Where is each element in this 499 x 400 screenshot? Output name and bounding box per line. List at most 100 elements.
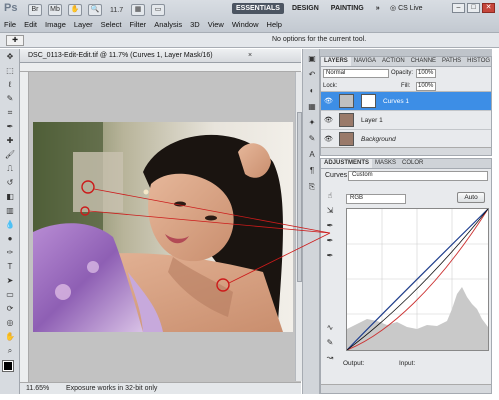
layer-name[interactable]: Curves 1 <box>383 98 409 105</box>
opacity-field[interactable]: 100% <box>416 69 436 78</box>
quick-selection-tool-icon[interactable]: ✎ <box>2 92 18 105</box>
dodge-tool-icon[interactable]: ● <box>2 232 18 245</box>
tab-histogram[interactable]: HISTOG <box>464 57 493 66</box>
menu-view[interactable]: View <box>208 20 224 29</box>
zoom-tool-icon[interactable]: 🔍 <box>88 4 102 16</box>
tab-adjustments[interactable]: ADJUSTMENTS <box>321 159 373 168</box>
layer-row-curves-1[interactable]: 👁 Curves 1 <box>321 92 491 111</box>
zoom-level-field[interactable]: 11.7 <box>108 7 125 14</box>
mini-bridge-icon[interactable]: Mb <box>48 4 62 16</box>
smooth-curve-icon[interactable]: ↝ <box>323 352 337 364</box>
status-zoom-level[interactable]: 11.65% <box>26 385 49 392</box>
gray-point-eyedropper-icon[interactable]: ✒ <box>323 235 337 247</box>
hand-tool-icon[interactable]: ✋ <box>2 330 18 343</box>
eye-icon[interactable]: 👁 <box>324 116 333 124</box>
tab-actions[interactable]: ACTION <box>379 57 408 66</box>
zoom-tool-icon[interactable]: ⌕ <box>2 344 18 357</box>
panel-group-header[interactable] <box>320 49 492 56</box>
color-panel-icon[interactable]: ◐ <box>305 84 319 97</box>
cs-live-button[interactable]: ◎ CS Live <box>390 4 423 12</box>
eye-icon[interactable]: 👁 <box>324 97 333 105</box>
channel-select[interactable]: RGB <box>346 194 406 204</box>
screen-mode-icon[interactable]: ▭ <box>151 4 166 16</box>
3d-orbit-tool-icon[interactable]: ◎ <box>2 316 18 329</box>
move-tool-icon[interactable]: ✥ <box>2 50 18 63</box>
workspace-painting[interactable]: PAINTING <box>327 3 368 14</box>
paragraph-panel-icon[interactable]: ¶ <box>305 164 319 177</box>
input-label: Input: <box>399 360 416 367</box>
menu-select[interactable]: Select <box>101 20 122 29</box>
document-close-icon[interactable]: × <box>248 52 252 59</box>
document-vertical-scrollbar[interactable] <box>295 72 302 381</box>
menu-window[interactable]: Window <box>232 20 259 29</box>
panel-dock-strip: ▣ ↶ ◐ ▦ ✦ ✎ A ¶ ⎘ <box>302 49 320 394</box>
foreground-color-swatch[interactable] <box>2 360 14 372</box>
layer-name[interactable]: Layer 1 <box>361 117 383 124</box>
eye-icon[interactable]: 👁 <box>324 135 333 143</box>
auto-button[interactable]: Auto <box>457 192 485 203</box>
close-button[interactable]: ✕ <box>482 3 495 13</box>
fill-field[interactable]: 100% <box>416 82 436 91</box>
tool-preset-icon[interactable]: ✚ <box>6 35 24 46</box>
curves-preset-select[interactable]: Custom <box>348 171 488 181</box>
swatches-panel-icon[interactable]: ▦ <box>305 100 319 113</box>
menu-filter[interactable]: Filter <box>130 20 147 29</box>
crop-tool-icon[interactable]: ⌗ <box>2 106 18 119</box>
history-brush-tool-icon[interactable]: ↺ <box>2 176 18 189</box>
styles-panel-icon[interactable]: ✦ <box>305 116 319 129</box>
eraser-tool-icon[interactable]: ◧ <box>2 190 18 203</box>
menu-3d[interactable]: 3D <box>190 20 200 29</box>
tab-paths[interactable]: PATHS <box>439 57 464 66</box>
lasso-tool-icon[interactable]: ℓ <box>2 78 18 91</box>
tab-navigator[interactable]: NAVIGA <box>351 57 379 66</box>
tab-layers[interactable]: LAYERS <box>321 57 351 66</box>
white-point-eyedropper-icon[interactable]: ✒ <box>323 250 337 262</box>
document-tab[interactable]: DSC_0113-Edit-Edit.tif @ 11.7% (Curves 1… <box>20 49 301 63</box>
menu-file[interactable]: File <box>4 20 16 29</box>
minimize-button[interactable]: – <box>452 3 465 13</box>
shape-tool-icon[interactable]: ▭ <box>2 288 18 301</box>
pencil-curve-tool-icon[interactable]: ✎ <box>323 337 337 349</box>
workspace-design[interactable]: DESIGN <box>288 3 323 14</box>
clone-source-panel-icon[interactable]: ⎘ <box>305 180 319 193</box>
layer-mask-thumbnail[interactable] <box>361 94 376 108</box>
brush-panel-icon[interactable]: ✎ <box>305 132 319 145</box>
character-panel-icon[interactable]: A <box>305 148 319 161</box>
on-image-adjust-icon[interactable]: ☝ <box>323 190 337 202</box>
workspace-essentials[interactable]: ESSENTIALS <box>232 3 284 14</box>
maximize-button[interactable]: □ <box>467 3 480 13</box>
pen-tool-icon[interactable]: ✑ <box>2 246 18 259</box>
clone-stamp-tool-icon[interactable]: ⎍ <box>2 162 18 175</box>
mini-bridge-panel-icon[interactable]: ▣ <box>305 52 319 65</box>
document-canvas[interactable] <box>33 122 293 332</box>
menu-layer[interactable]: Layer <box>74 20 93 29</box>
history-panel-icon[interactable]: ↶ <box>305 68 319 81</box>
bridge-icon[interactable]: Br <box>28 4 42 16</box>
layer-name[interactable]: Background <box>361 136 396 143</box>
menu-edit[interactable]: Edit <box>24 20 37 29</box>
blend-mode-select[interactable]: Normal <box>323 69 389 78</box>
menu-help[interactable]: Help <box>267 20 282 29</box>
gradient-tool-icon[interactable]: ▥ <box>2 204 18 217</box>
tab-channels[interactable]: CHANNE <box>408 57 439 66</box>
curve-point-tool-icon[interactable]: ∿ <box>323 322 337 334</box>
eyedropper-tool-icon[interactable]: ✒ <box>2 120 18 133</box>
hand-tool-icon[interactable]: ✋ <box>68 4 82 16</box>
menu-image[interactable]: Image <box>45 20 66 29</box>
type-tool-icon[interactable]: T <box>2 260 18 273</box>
healing-brush-tool-icon[interactable]: ✚ <box>2 134 18 147</box>
layer-row-layer-1[interactable]: 👁 Layer 1 <box>321 111 491 130</box>
blur-tool-icon[interactable]: 💧 <box>2 218 18 231</box>
3d-rotate-tool-icon[interactable]: ⟳ <box>2 302 18 315</box>
path-selection-tool-icon[interactable]: ➤ <box>2 274 18 287</box>
black-point-eyedropper-icon[interactable]: ✒ <box>323 220 337 232</box>
on-image-adjust-alt-icon[interactable]: ⇲ <box>323 205 337 217</box>
arrange-documents-icon[interactable]: ▦ <box>131 4 146 16</box>
workspace-more-icon[interactable]: » <box>372 3 384 14</box>
brush-tool-icon[interactable]: 🖌 <box>2 148 18 161</box>
menu-analysis[interactable]: Analysis <box>154 20 182 29</box>
curves-graph[interactable] <box>346 208 489 351</box>
tab-masks[interactable]: MASKS <box>372 159 399 168</box>
marquee-tool-icon[interactable]: ⬚ <box>2 64 18 77</box>
tab-color[interactable]: COLOR <box>399 159 426 168</box>
